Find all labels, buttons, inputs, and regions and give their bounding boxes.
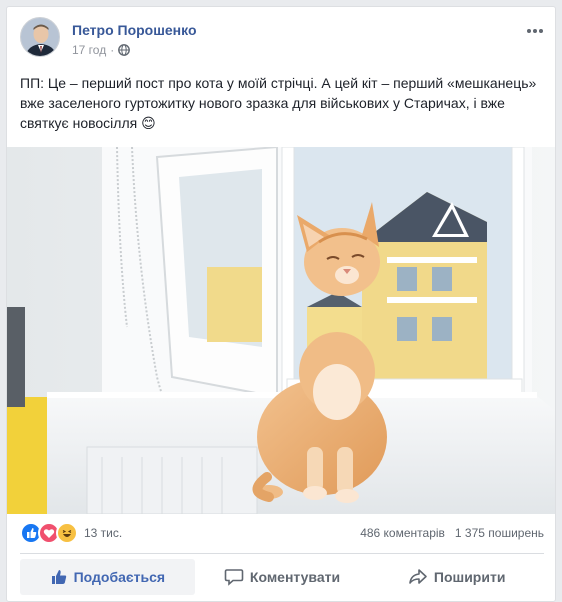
avatar[interactable] [20,17,60,57]
thumbs-up-icon [51,570,66,584]
facebook-post: Петро Порошенко 17 год · ПП: Це – перший… [6,6,556,602]
share-button-label: Поширити [433,569,506,585]
post-actions: Подобається Коментувати Поширити [20,559,544,595]
comment-button-label: Коментувати [249,569,341,585]
post-timestamp[interactable]: 17 год [72,43,106,57]
like-button-label: Подобається [73,569,166,585]
comment-button[interactable]: Коментувати [195,559,370,595]
haha-reaction-icon [56,522,78,544]
post-photo[interactable] [7,147,555,514]
engagement-counts: 486 коментарів 1 375 поширень [360,526,544,540]
post-text: ПП: Це – перший пост про кота у моїй стр… [20,75,537,131]
like-button[interactable]: Подобається [20,559,195,595]
shares-count[interactable]: 1 375 поширень [455,526,544,540]
cat-on-windowsill-image [7,147,555,514]
share-icon [409,569,427,584]
comments-count[interactable]: 486 коментарів [360,526,445,540]
globe-icon[interactable] [118,44,131,56]
post-header: Петро Порошенко 17 год · [20,17,544,61]
share-button[interactable]: Поширити [369,559,544,595]
post-meta: 17 год · [72,43,131,57]
comment-icon [224,569,244,586]
divider [20,553,544,554]
reaction-count[interactable]: 13 тис. [84,526,122,540]
more-options-icon[interactable] [526,21,544,39]
avatar-portrait [21,18,59,56]
post-author-name[interactable]: Петро Порошенко [72,22,197,38]
reactions-bar: 13 тис. 486 коментарів 1 375 поширень [20,521,544,545]
reaction-icons[interactable] [20,522,78,544]
meta-separator: · [110,43,115,57]
